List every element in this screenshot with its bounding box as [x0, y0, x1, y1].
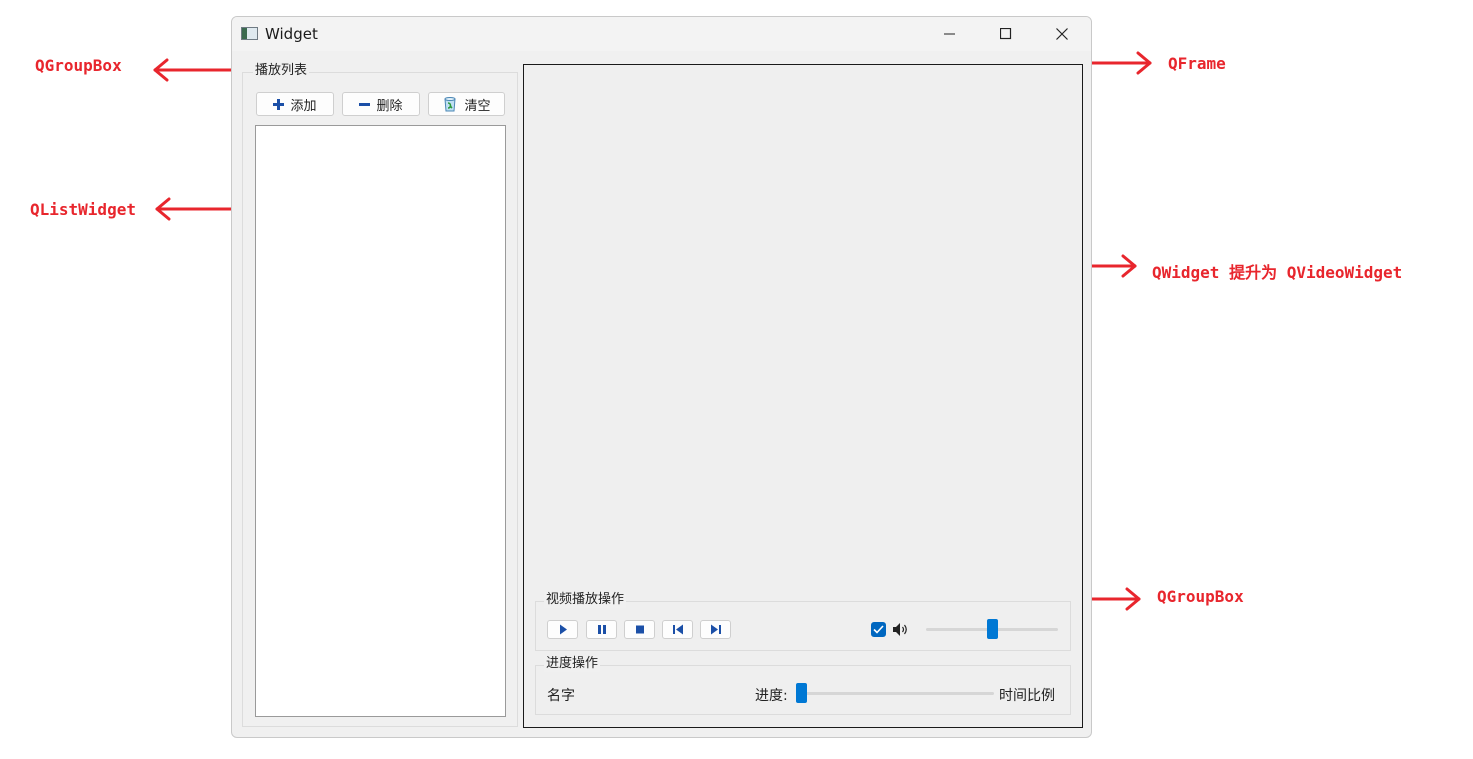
media-name-label: 名字 — [547, 688, 575, 704]
volume-slider-handle[interactable] — [987, 619, 998, 639]
progress-slider-track — [796, 692, 994, 695]
annotation-listwidget: QListWidget — [30, 200, 136, 219]
app-window: Widget 播放列表 添加 删除 清空 视频播放操作 进度操作 名字 进度: … — [231, 16, 1092, 738]
pause-icon — [597, 625, 606, 634]
close-button[interactable] — [1034, 17, 1090, 51]
clear-button[interactable]: 清空 — [428, 92, 505, 116]
time-ratio-label: 时间比例 — [999, 688, 1055, 704]
delete-button[interactable]: 删除 — [342, 92, 420, 116]
speaker-icon — [893, 623, 907, 636]
volume-slider[interactable] — [926, 619, 1058, 639]
minimize-icon — [944, 33, 955, 35]
check-icon — [873, 625, 884, 634]
video-controls-title: 视频播放操作 — [544, 592, 627, 608]
delete-button-label: 删除 — [376, 98, 403, 114]
annotation-frame: QFrame — [1168, 54, 1226, 73]
add-button-label: 添加 — [290, 98, 317, 114]
playlist-list[interactable] — [255, 125, 506, 717]
maximize-icon — [1000, 28, 1012, 40]
stop-button[interactable] — [624, 620, 655, 639]
title-bar[interactable]: Widget — [232, 17, 1091, 51]
close-icon — [1056, 28, 1068, 40]
skip-forward-icon — [710, 624, 721, 635]
window-title: Widget — [265, 25, 318, 43]
previous-button[interactable] — [662, 620, 693, 639]
minimize-button[interactable] — [922, 17, 978, 51]
annotation-videowidget: QWidget 提升为 QVideoWidget — [1152, 263, 1403, 282]
clear-button-label: 清空 — [464, 98, 491, 114]
annotation-groupbox-top: QGroupBox — [35, 56, 122, 75]
add-button[interactable]: 添加 — [256, 92, 334, 116]
recycle-bin-icon — [444, 97, 457, 112]
stop-icon — [635, 625, 644, 634]
video-frame: 视频播放操作 进度操作 名字 进度: 时间比例 — [523, 64, 1083, 728]
progress-slider-handle[interactable] — [796, 683, 807, 703]
play-button[interactable] — [547, 620, 578, 639]
annotation-groupbox-bottom: QGroupBox — [1157, 587, 1244, 606]
maximize-button[interactable] — [978, 17, 1034, 51]
plus-icon — [273, 98, 285, 110]
progress-group-title: 进度操作 — [544, 656, 601, 672]
minus-icon — [359, 102, 371, 106]
progress-label: 进度: — [755, 688, 788, 704]
pause-button[interactable] — [586, 620, 617, 639]
play-icon — [559, 624, 567, 635]
progress-slider[interactable] — [796, 683, 994, 703]
next-button[interactable] — [700, 620, 731, 639]
skip-back-icon — [672, 624, 683, 635]
playlist-group-title: 播放列表 — [253, 63, 310, 79]
mute-checkbox[interactable] — [871, 622, 886, 637]
app-icon — [241, 27, 258, 40]
